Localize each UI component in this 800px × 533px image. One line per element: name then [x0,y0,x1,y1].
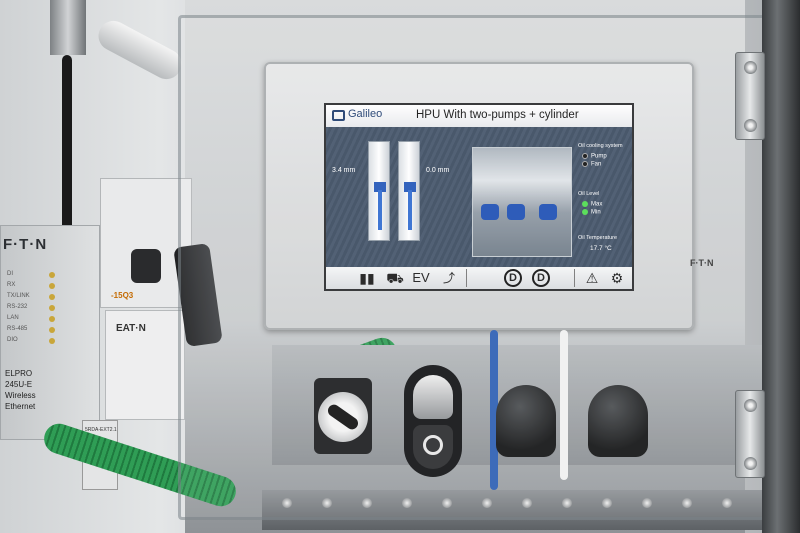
led-label: TX/LINK [7,293,30,299]
elpro-line: 245U-E [5,380,33,389]
status-led-icon [49,316,55,322]
door-hinge [735,390,765,478]
led-row: RX [7,282,95,291]
elpro-label: ELPRO 245U-E Wireless Ethernet [5,368,36,412]
contactor: EAT·N [105,310,185,420]
screw-icon [744,457,757,470]
status-led-icon [49,338,55,344]
led-row: DIO [7,337,95,346]
screw-icon [744,119,757,132]
led-label: RS-232 [7,304,28,310]
led-label: RS-485 [7,326,28,332]
led-row: RS-485 [7,326,95,335]
screw-icon [744,61,757,74]
cable-gland [50,0,86,55]
status-led-icon [49,327,55,333]
breaker-knob[interactable] [131,249,161,283]
breaker-tag: -15Q3 [111,291,134,300]
eaton-logo: F·T·N [3,236,48,253]
elpro-line: ELPRO [5,369,33,378]
elpro-line: Ethernet [5,402,36,411]
led-label: DIO [7,337,18,343]
glass-door[interactable] [178,15,768,520]
black-cable [62,55,72,235]
led-label: LAN [7,315,19,321]
led-row: LAN [7,315,95,324]
led-row: DI [7,271,95,280]
screw-icon [744,399,757,412]
cabinet-frame [762,0,800,533]
door-hinge [735,52,765,140]
elpro-wireless-module: F·T·N DI RX TX/LINK RS-232 LAN RS-485 DI… [0,225,100,440]
led-row: TX/LINK [7,293,95,302]
contactor-brand: EAT·N [116,323,146,334]
status-led-icon [49,294,55,300]
status-led-icon [49,283,55,289]
status-led-icon [49,272,55,278]
led-row: RS-232 [7,304,95,313]
elpro-line: Wireless [5,391,36,400]
led-label: RX [7,282,16,288]
led-label: DI [7,271,13,277]
status-led-icon [49,305,55,311]
